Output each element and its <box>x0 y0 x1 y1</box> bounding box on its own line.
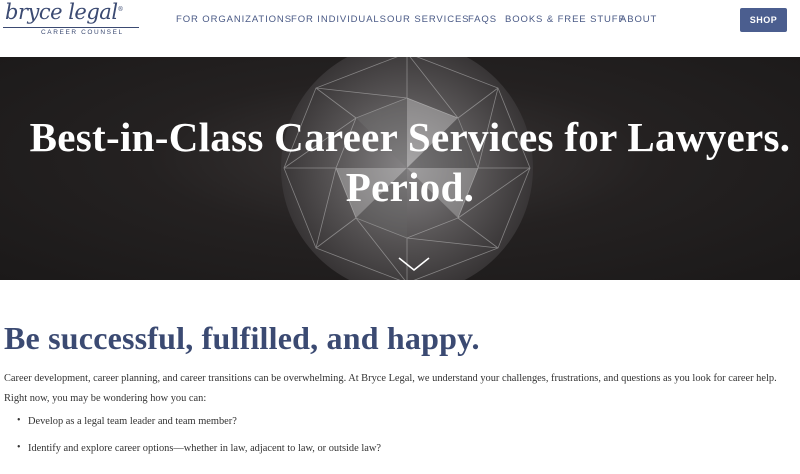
nav-our-services[interactable]: OUR SERVICES <box>387 14 469 25</box>
logo-script-text: bryce legal <box>5 0 118 24</box>
hero-title: Best-in-Class Career Services for Lawyer… <box>0 112 800 212</box>
section-heading: Be successful, fulfilled, and happy. <box>4 320 480 356</box>
nav-about[interactable]: ABOUT <box>620 14 657 25</box>
hero-title-line-1: Best-in-Class Career Services for Lawyer… <box>29 114 791 160</box>
bryce-legal-logo[interactable]: bryce legal® CAREER COUNSEL <box>3 0 141 40</box>
career-questions-list: Develop as a legal team leader and team … <box>17 415 381 454</box>
intro-section: Be successful, fulfilled, and happy. Car… <box>0 280 800 474</box>
logo-subtitle: CAREER COUNSEL <box>41 29 124 36</box>
list-item: Develop as a legal team leader and team … <box>17 415 381 427</box>
nav-faqs[interactable]: FAQS <box>468 14 497 25</box>
logo-wordmark: bryce legal® <box>5 0 124 24</box>
nav-for-organizations[interactable]: FOR ORGANIZATIONS <box>176 14 292 25</box>
hero-title-line-2: Period. <box>345 164 475 210</box>
intro-paragraph: Career development, career planning, and… <box>4 373 777 404</box>
nav-for-individuals[interactable]: FOR INDIVIDUALS <box>291 14 387 25</box>
registered-mark: ® <box>117 6 124 13</box>
site-header: bryce legal® CAREER COUNSEL FOR ORGANIZA… <box>0 0 800 57</box>
shop-button[interactable]: SHOP <box>740 8 787 32</box>
nav-books-free-stuff[interactable]: BOOKS & FREE STUFF <box>505 14 625 25</box>
logo-divider <box>3 27 139 28</box>
list-item: Identify and explore career options—whet… <box>17 442 381 454</box>
chevron-down-icon[interactable] <box>397 255 431 273</box>
hero-banner: Best-in-Class Career Services for Lawyer… <box>0 57 800 280</box>
